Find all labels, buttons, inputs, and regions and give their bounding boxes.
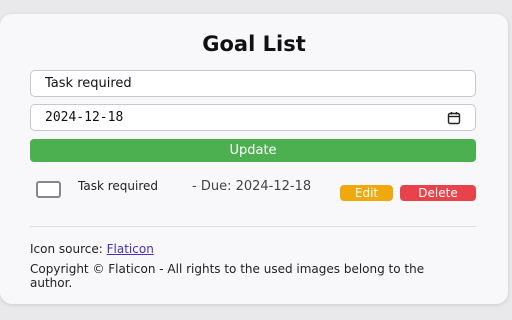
delete-button[interactable]: Delete	[400, 185, 476, 201]
task-input[interactable]: Task required	[30, 70, 476, 97]
icon-source: Icon source: Flaticon	[30, 242, 154, 256]
calendar-icon[interactable]	[447, 111, 461, 125]
page-title: Goal List	[202, 32, 306, 56]
goal-list-item: Task required - Due: 2024-12-18 Edit Del…	[30, 176, 476, 214]
date-input[interactable]: 2024-12-18	[30, 104, 476, 131]
goal-text: Task required	[78, 179, 158, 193]
icon-source-label: Icon source:	[30, 242, 103, 256]
divider	[30, 226, 476, 227]
goal-list-card: Goal List Task required 2024-12-18 Updat…	[0, 14, 508, 304]
goal-due-date: - Due: 2024-12-18	[192, 179, 312, 194]
task-input-value: Task required	[45, 76, 132, 91]
edit-button[interactable]: Edit	[340, 185, 393, 201]
update-button[interactable]: Update	[30, 139, 476, 162]
goal-checkbox[interactable]	[36, 181, 61, 198]
copyright-text: Copyright © Flaticon - All rights to the…	[30, 262, 425, 290]
date-input-value: 2024-12-18	[45, 110, 124, 125]
flaticon-link[interactable]: Flaticon	[107, 242, 154, 256]
